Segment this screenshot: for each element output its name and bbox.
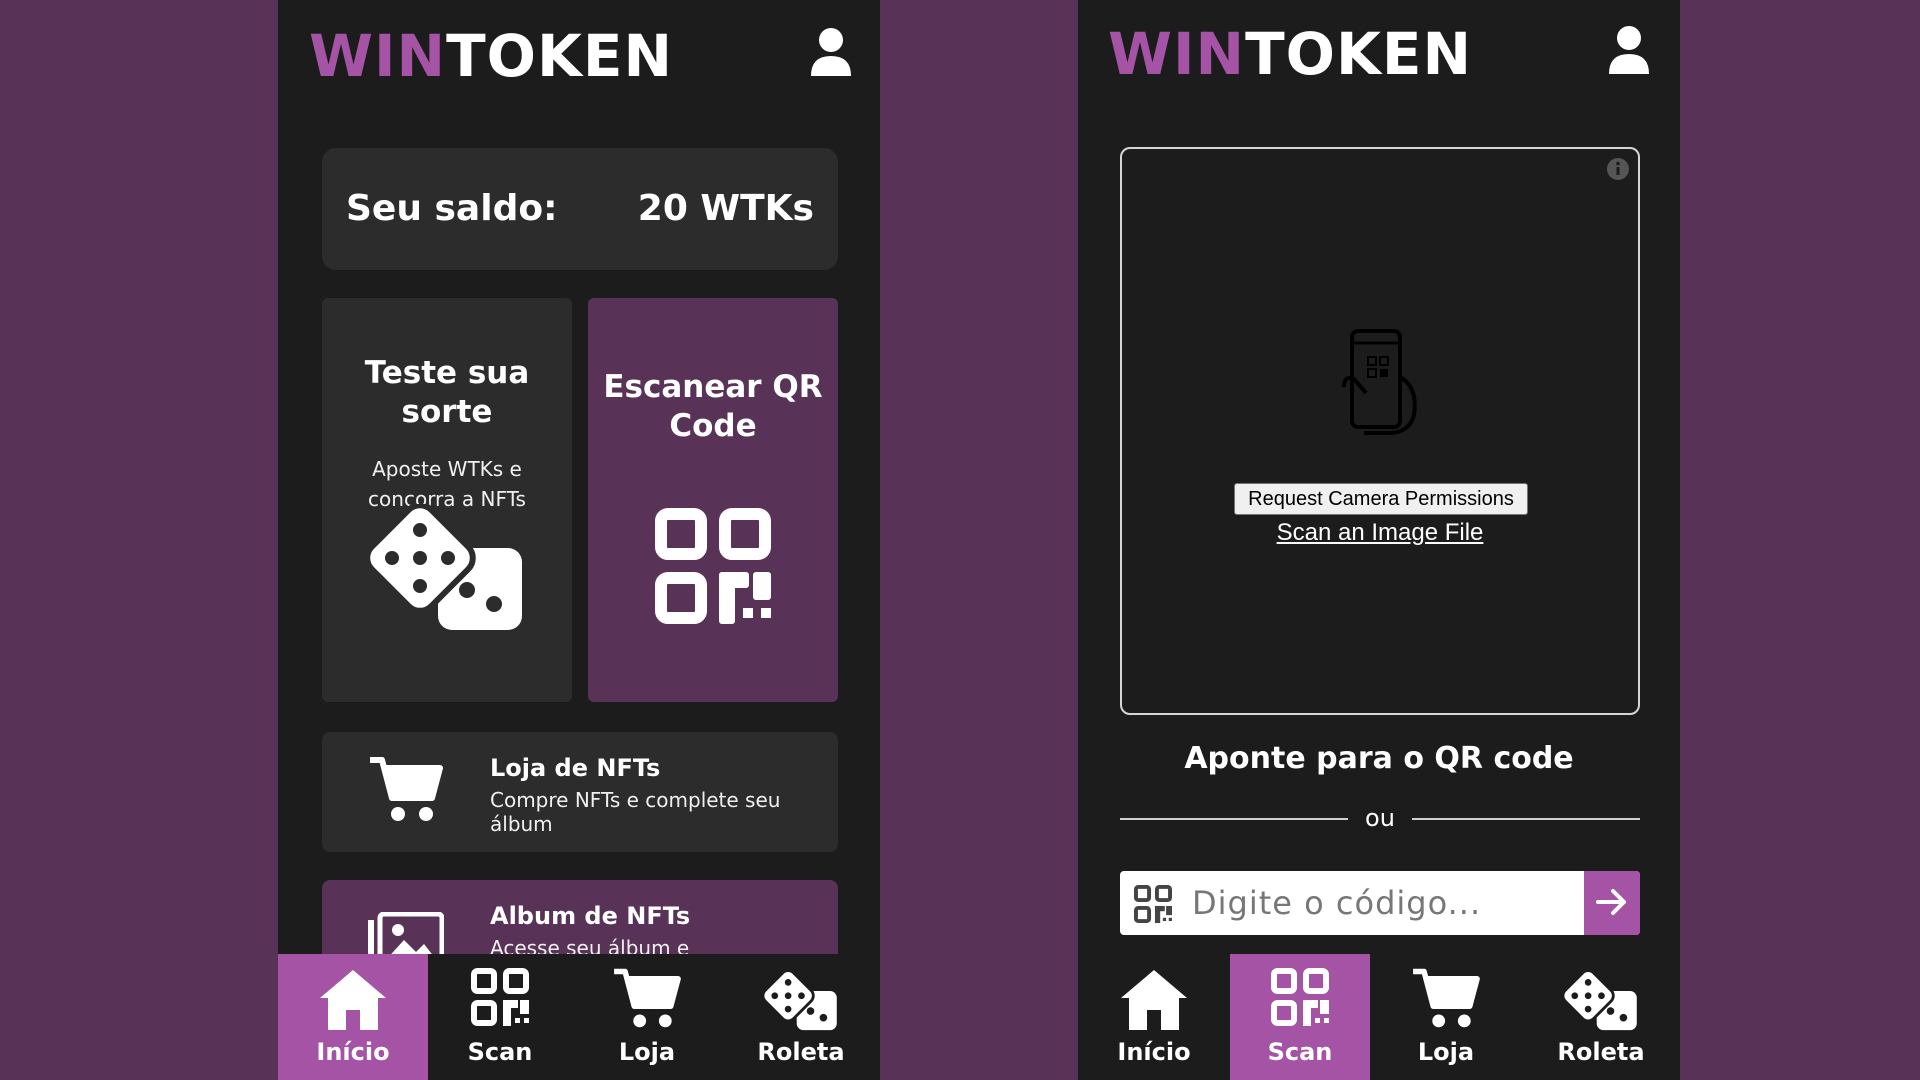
code-entry <box>1120 871 1640 935</box>
profile-button[interactable] <box>808 26 854 78</box>
cart-icon <box>370 757 443 821</box>
nav-label-inicio: Início <box>1117 1038 1191 1066</box>
info-icon[interactable] <box>1606 157 1630 181</box>
dice-icon <box>762 970 837 1031</box>
user-icon <box>811 28 851 76</box>
luck-tile[interactable]: Teste sua sorte Aposte WTKs e concorra a… <box>322 298 572 702</box>
logo-token: TOKEN <box>1245 20 1473 88</box>
bottom-nav: Início Scan Loja Roleta <box>1078 954 1680 1080</box>
qr-code-icon <box>471 968 529 1026</box>
nav-item-loja[interactable]: Loja <box>572 954 722 1080</box>
qr-scanner-region: Request Camera Permissions Scan an Image… <box>1120 147 1640 715</box>
luck-tile-title: Teste sua sorte <box>364 355 530 430</box>
logo-win: WIN <box>1108 20 1246 88</box>
nav-item-inicio[interactable]: Início <box>278 954 428 1080</box>
scan-tile-title: Escanear QR Code <box>588 368 838 446</box>
nav-label-scan: Scan <box>1267 1038 1333 1066</box>
nav-label-roleta: Roleta <box>757 1038 845 1066</box>
home-icon <box>320 970 386 1030</box>
arrow-right-icon <box>1596 888 1626 915</box>
nav-label-loja: Loja <box>618 1038 676 1066</box>
home-icon <box>1121 970 1187 1030</box>
request-camera-permissions-button[interactable]: Request Camera Permissions <box>1234 483 1528 515</box>
cart-icon <box>614 968 681 1028</box>
shop-card-title: Loja de NFTs <box>490 754 661 782</box>
nav-label-roleta: Roleta <box>1557 1038 1645 1066</box>
luck-tile-subtitle-line1: Aposte WTKs e <box>372 456 522 481</box>
dice-icon <box>1562 970 1637 1031</box>
app-logo[interactable]: WINTOKEN <box>309 22 673 90</box>
code-input[interactable] <box>1192 871 1576 935</box>
qr-code-icon <box>655 508 771 624</box>
scan-image-file-link[interactable]: Scan an Image File <box>1122 519 1638 547</box>
home-screen: WINTOKEN Seu saldo: 20 WTKs Teste sua so… <box>278 0 880 1080</box>
balance-card: Seu saldo: 20 WTKs <box>322 148 838 270</box>
scan-tile-title-line1: Escanear QR <box>603 369 823 405</box>
balance-value: 20 WTKs <box>637 188 814 229</box>
divider-left <box>1120 818 1348 820</box>
nav-item-scan[interactable]: Scan <box>1230 954 1370 1080</box>
bottom-nav: Início Scan Loja Roleta <box>278 954 880 1080</box>
nav-item-roleta[interactable]: Roleta <box>722 954 880 1080</box>
qr-code-icon <box>1134 885 1172 923</box>
app-logo[interactable]: WINTOKEN <box>1108 20 1472 88</box>
logo-token: TOKEN <box>446 22 674 90</box>
scan-tile-title-line2: Code <box>669 407 757 444</box>
or-text: ou <box>1365 804 1395 832</box>
nav-label-loja: Loja <box>1417 1038 1475 1066</box>
scan-qr-tile[interactable]: Escanear QR Code <box>588 298 838 702</box>
shop-card[interactable]: Loja de NFTs Compre NFTs e complete seu … <box>322 732 838 852</box>
submit-code-button[interactable] <box>1584 871 1640 935</box>
cart-icon <box>1413 968 1480 1028</box>
divider-right <box>1412 818 1640 820</box>
nav-item-inicio[interactable]: Início <box>1078 954 1230 1080</box>
balance-label: Seu saldo: <box>346 188 558 229</box>
album-card-title: Album de NFTs <box>490 902 691 930</box>
nav-item-scan[interactable]: Scan <box>428 954 572 1080</box>
qr-code-icon <box>1271 968 1329 1026</box>
shop-card-subtitle: Compre NFTs e complete seu álbum <box>490 788 781 836</box>
dice-icon <box>366 504 522 630</box>
nav-item-loja[interactable]: Loja <box>1370 954 1522 1080</box>
scan-screen: WINTOKEN Request Camera Permissions Scan… <box>1078 0 1680 1080</box>
nav-label-inicio: Início <box>316 1038 390 1066</box>
profile-button[interactable] <box>1606 24 1652 76</box>
nav-item-roleta[interactable]: Roleta <box>1522 954 1680 1080</box>
scan-instruction: Aponte para o QR code <box>1184 741 1574 776</box>
phone-scan-icon <box>1342 329 1417 435</box>
nav-label-scan: Scan <box>467 1038 533 1066</box>
logo-win: WIN <box>309 22 447 90</box>
user-icon <box>1609 26 1649 74</box>
